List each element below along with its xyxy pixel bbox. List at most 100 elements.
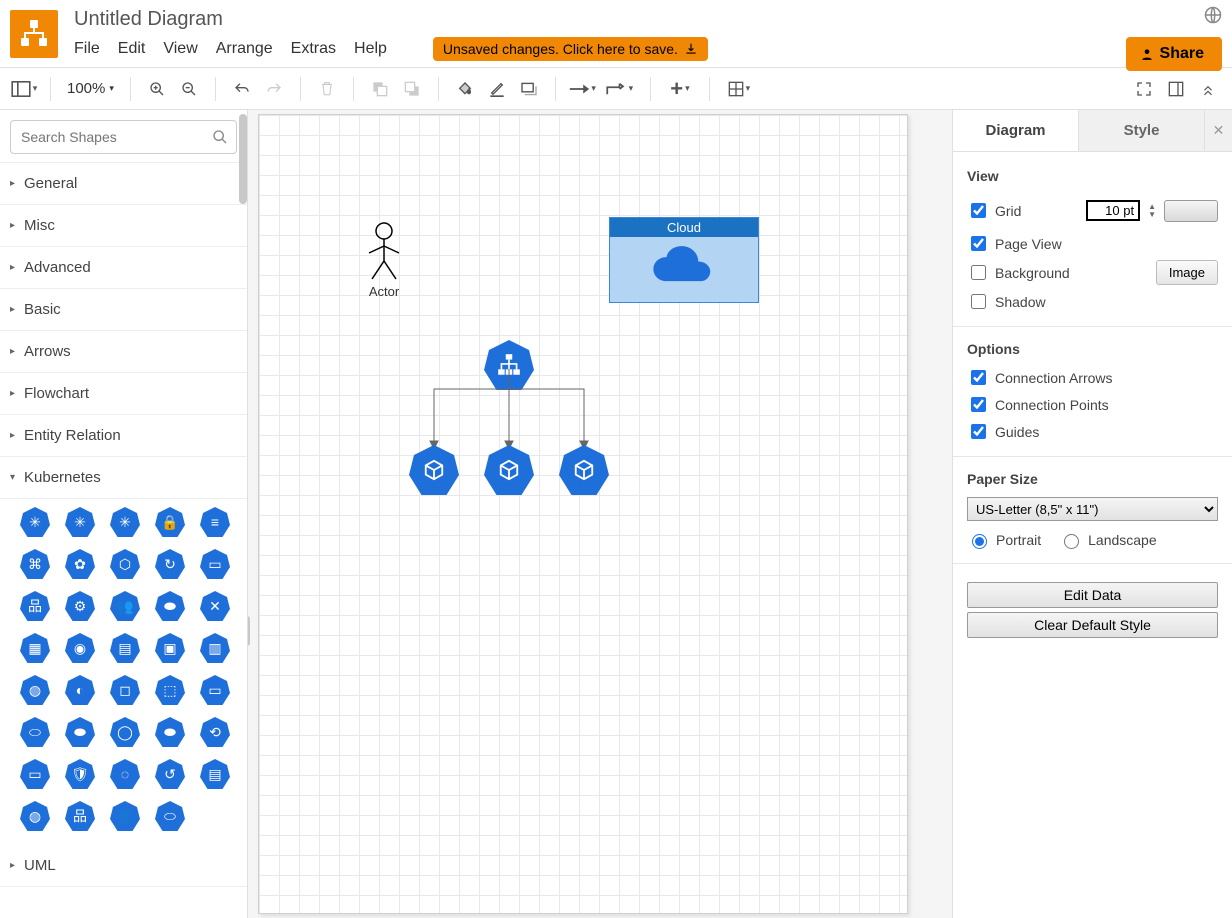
- k8s-shape[interactable]: ▭: [18, 757, 52, 791]
- menu-extras[interactable]: Extras: [291, 40, 336, 58]
- k8s-shape[interactable]: ⚙: [63, 589, 97, 623]
- k8s-shape[interactable]: ◌: [108, 757, 142, 791]
- section-misc[interactable]: ▸Misc: [0, 205, 247, 247]
- conn-points-checkbox[interactable]: [971, 397, 986, 412]
- menu-file[interactable]: File: [74, 40, 100, 58]
- k8s-shape[interactable]: ▣: [153, 631, 187, 665]
- k8s-shape[interactable]: ⌘: [18, 547, 52, 581]
- redo-button[interactable]: [260, 75, 288, 103]
- section-kubernetes[interactable]: ▾Kubernetes: [0, 457, 247, 499]
- shadow-button[interactable]: [515, 75, 543, 103]
- sidebar-toggle-button[interactable]: ▾: [10, 75, 38, 103]
- k8s-shape[interactable]: ◉: [63, 631, 97, 665]
- k8s-shape[interactable]: ⬡: [108, 547, 142, 581]
- menu-arrange[interactable]: Arrange: [216, 40, 273, 58]
- k8s-shape[interactable]: 👥: [108, 589, 142, 623]
- menu-edit[interactable]: Edit: [118, 40, 146, 58]
- shape-cloud-container[interactable]: Cloud: [609, 217, 759, 303]
- section-flowchart[interactable]: ▸Flowchart: [0, 373, 247, 415]
- connection-style-button[interactable]: ▾: [568, 75, 596, 103]
- canvas-page[interactable]: Actor Cloud: [258, 114, 908, 914]
- menu-help[interactable]: Help: [354, 40, 387, 58]
- save-banner[interactable]: Unsaved changes. Click here to save.: [433, 37, 708, 61]
- tab-close-button[interactable]: ✕: [1204, 110, 1232, 151]
- zoom-dropdown[interactable]: 100%▾: [63, 80, 118, 97]
- k8s-shape[interactable]: ▤: [198, 757, 232, 791]
- k8s-shape[interactable]: 🛡: [63, 757, 97, 791]
- table-button[interactable]: ▾: [722, 75, 756, 103]
- section-general[interactable]: ▸General: [0, 163, 247, 205]
- grid-color-swatch[interactable]: [1164, 200, 1218, 222]
- format-panel-toggle[interactable]: [1162, 75, 1190, 103]
- paper-size-select[interactable]: US-Letter (8,5" x 11"): [967, 497, 1218, 521]
- k8s-shape[interactable]: ↻: [153, 547, 187, 581]
- background-checkbox[interactable]: [971, 265, 986, 280]
- search-shapes-box[interactable]: [10, 120, 237, 154]
- tab-diagram[interactable]: Diagram: [953, 110, 1078, 151]
- section-entity-relation[interactable]: ▸Entity Relation: [0, 415, 247, 457]
- landscape-radio[interactable]: [1064, 534, 1079, 549]
- shape-actor[interactable]: Actor: [359, 221, 409, 299]
- k8s-shape[interactable]: 品: [63, 799, 97, 833]
- share-button[interactable]: Share: [1126, 37, 1222, 71]
- zoom-in-button[interactable]: [143, 75, 171, 103]
- pageview-checkbox[interactable]: [971, 236, 986, 251]
- k8s-shape[interactable]: ✕: [198, 589, 232, 623]
- delete-button[interactable]: [313, 75, 341, 103]
- k8s-shape[interactable]: 品: [18, 589, 52, 623]
- grid-size-input[interactable]: [1086, 200, 1140, 221]
- k8s-shape[interactable]: ⬚: [153, 673, 187, 707]
- k8s-shape[interactable]: ▤: [108, 631, 142, 665]
- zoom-out-button[interactable]: [175, 75, 203, 103]
- section-advanced[interactable]: ▸Advanced: [0, 247, 247, 289]
- k8s-shape[interactable]: ◯: [108, 715, 142, 749]
- grid-checkbox[interactable]: [971, 203, 986, 218]
- k8s-shape[interactable]: ▭: [198, 673, 232, 707]
- portrait-radio[interactable]: [972, 534, 987, 549]
- menu-view[interactable]: View: [163, 40, 197, 58]
- k8s-shape[interactable]: 🔒: [153, 505, 187, 539]
- k8s-shape[interactable]: ◻: [108, 673, 142, 707]
- edit-data-button[interactable]: Edit Data: [967, 582, 1218, 608]
- document-title[interactable]: Untitled Diagram: [74, 8, 1126, 31]
- k8s-shape[interactable]: ⬬: [153, 589, 187, 623]
- waypoints-button[interactable]: ▾: [600, 75, 638, 103]
- k8s-shape[interactable]: ✳: [63, 505, 97, 539]
- k8s-shape[interactable]: ◍: [18, 799, 52, 833]
- k8s-shape[interactable]: ✳: [108, 505, 142, 539]
- to-back-button[interactable]: [398, 75, 426, 103]
- left-splitter-handle[interactable]: [248, 616, 250, 646]
- search-shapes-input[interactable]: [19, 128, 212, 146]
- k8s-shape[interactable]: ⟲: [198, 715, 232, 749]
- language-icon[interactable]: [1204, 6, 1222, 29]
- k8s-shape[interactable]: ▦: [18, 631, 52, 665]
- k8s-shape[interactable]: ▭: [198, 547, 232, 581]
- k8s-shape[interactable]: ⬬: [63, 715, 97, 749]
- k8s-shape[interactable]: ⬭: [18, 715, 52, 749]
- app-logo[interactable]: [10, 10, 58, 58]
- line-color-button[interactable]: [483, 75, 511, 103]
- k8s-shape[interactable]: ↺: [153, 757, 187, 791]
- tab-style[interactable]: Style: [1078, 110, 1204, 151]
- k8s-shape[interactable]: ◐: [63, 673, 97, 707]
- fullscreen-button[interactable]: [1130, 75, 1158, 103]
- sidebar-scrollbar-thumb[interactable]: [239, 114, 247, 204]
- insert-button[interactable]: +▾: [663, 75, 697, 103]
- clear-default-style-button[interactable]: Clear Default Style: [967, 612, 1218, 638]
- grid-size-stepper[interactable]: ▲▼: [1148, 203, 1156, 219]
- background-image-button[interactable]: Image: [1156, 260, 1218, 285]
- k8s-shape[interactable]: ≡: [198, 505, 232, 539]
- k8s-shape[interactable]: ◍: [18, 673, 52, 707]
- to-front-button[interactable]: [366, 75, 394, 103]
- section-basic[interactable]: ▸Basic: [0, 289, 247, 331]
- shadow-checkbox[interactable]: [971, 294, 986, 309]
- conn-arrows-checkbox[interactable]: [971, 370, 986, 385]
- section-arrows[interactable]: ▸Arrows: [0, 331, 247, 373]
- k8s-shape[interactable]: ✿: [63, 547, 97, 581]
- k8s-shape[interactable]: ⬬: [153, 715, 187, 749]
- guides-checkbox[interactable]: [971, 424, 986, 439]
- k8s-shape[interactable]: ✳: [18, 505, 52, 539]
- k8s-shape[interactable]: ⬭: [153, 799, 187, 833]
- k8s-shape[interactable]: ▥: [198, 631, 232, 665]
- undo-button[interactable]: [228, 75, 256, 103]
